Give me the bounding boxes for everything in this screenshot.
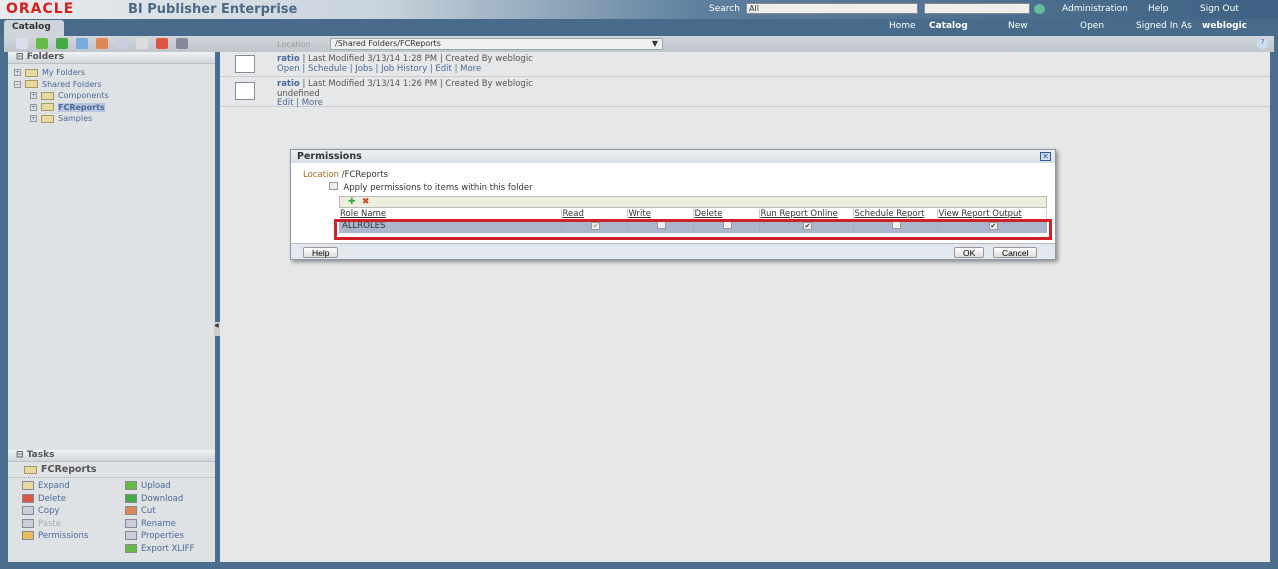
app-title: BI Publisher Enterprise xyxy=(128,2,298,17)
task-permissions[interactable]: Permissions xyxy=(22,530,88,543)
location-label: Location xyxy=(277,40,311,49)
search-scope-value: All xyxy=(749,4,759,13)
apply-permissions-checkbox[interactable]: Apply permissions to items within this f… xyxy=(329,182,533,193)
cut-icon[interactable] xyxy=(96,38,108,49)
folder-components[interactable]: + Components xyxy=(14,90,215,102)
search-go-icon[interactable] xyxy=(1034,4,1045,14)
location-value: /FCReports xyxy=(341,170,388,180)
tasks-header[interactable]: ⊟ Tasks xyxy=(8,450,215,462)
folder-icon xyxy=(41,91,54,100)
item-actions[interactable]: Edit | More xyxy=(277,98,323,108)
signed-in-label: Signed In As xyxy=(1136,21,1192,31)
folder-icon xyxy=(41,114,54,123)
dialog-title: Permissions xyxy=(291,150,1055,163)
data-model-icon xyxy=(235,82,255,100)
apply-label: Apply permissions to items within this f… xyxy=(343,183,533,193)
help-button[interactable]: Help xyxy=(303,247,339,258)
folder-icon xyxy=(25,80,38,88)
copy-icon[interactable] xyxy=(76,38,88,49)
permissions-icon[interactable] xyxy=(176,38,188,49)
item-meta: | Last Modified 3/13/14 1:28 PM | Create… xyxy=(302,54,533,64)
catalog-item: ratio | Last Modified 3/13/14 1:26 PM | … xyxy=(220,77,1270,108)
task-paste[interactable]: Paste xyxy=(22,518,88,531)
search-input[interactable] xyxy=(924,3,1030,14)
folders-title: Folders xyxy=(26,52,65,62)
task-expand[interactable]: Expand xyxy=(22,480,88,493)
new-icon[interactable] xyxy=(16,38,28,49)
ok-button[interactable]: OK xyxy=(954,247,985,258)
folder-label: Samples xyxy=(58,114,93,123)
folder-shared-folders[interactable]: − Shared Folders xyxy=(14,79,215,91)
location-label: Location xyxy=(303,170,339,180)
item-actions[interactable]: Open | Schedule | Jobs | Job History | E… xyxy=(277,64,481,74)
folder-label: My Folders xyxy=(42,68,86,77)
task-delete[interactable]: Delete xyxy=(22,493,88,506)
folder-label: Components xyxy=(58,91,109,100)
tasks-panel: ⊟ Tasks FCReports Expand Delete Copy Pas… xyxy=(8,450,215,554)
col-role-name[interactable]: Role Name xyxy=(339,209,562,219)
tasks-folder: FCReports xyxy=(8,462,215,478)
open-menu[interactable]: Open xyxy=(1080,21,1104,31)
task-cut[interactable]: Cut xyxy=(125,505,194,518)
task-properties[interactable]: Properties xyxy=(125,530,194,543)
cancel-button[interactable]: Cancel xyxy=(993,247,1038,258)
search-label: Search xyxy=(709,4,740,14)
sign-out-link[interactable]: Sign Out xyxy=(1200,4,1239,14)
col-view-report-output[interactable]: View Report Output xyxy=(937,209,1047,219)
user-menu[interactable]: weblogic xyxy=(1202,21,1247,31)
delete-icon[interactable] xyxy=(156,38,168,49)
folder-icon xyxy=(24,465,37,474)
properties-icon[interactable] xyxy=(136,38,148,49)
col-write[interactable]: Write xyxy=(627,209,694,219)
catalog-content: ratio | Last Modified 3/13/14 1:28 PM | … xyxy=(220,52,1270,562)
catalog-link[interactable]: Catalog xyxy=(929,21,968,31)
help-icon[interactable]: ? xyxy=(1257,38,1268,49)
upload-icon[interactable] xyxy=(36,38,48,49)
oracle-logo: ORACLE xyxy=(6,1,75,17)
task-upload[interactable]: Upload xyxy=(125,480,194,493)
catalog-item: ratio | Last Modified 3/13/14 1:28 PM | … xyxy=(220,52,1270,77)
search-scope-select[interactable]: All xyxy=(746,3,918,14)
item-name[interactable]: ratio xyxy=(277,54,300,64)
folder-icon xyxy=(25,68,38,77)
paste-icon[interactable] xyxy=(116,38,128,49)
tab-catalog[interactable]: Catalog xyxy=(4,20,64,36)
add-role-icon[interactable]: ✚ xyxy=(348,197,356,207)
col-read[interactable]: Read xyxy=(561,209,628,219)
folder-my-folders[interactable]: + My Folders xyxy=(14,67,215,79)
help-menu[interactable]: Help xyxy=(1148,4,1169,14)
task-download[interactable]: Download xyxy=(125,493,194,506)
permissions-dialog: Permissions ✕ Location /FCReports Apply … xyxy=(290,149,1056,260)
task-rename[interactable]: Rename xyxy=(125,518,194,531)
new-menu[interactable]: New xyxy=(1008,21,1028,31)
left-panel: ⊟ Folders + My Folders − Shared Folders + C… xyxy=(8,52,215,562)
close-icon[interactable]: ✕ xyxy=(1040,152,1051,161)
home-link[interactable]: Home xyxy=(889,21,916,31)
tasks-title: Tasks xyxy=(26,450,55,460)
folder-label: FCReports xyxy=(58,102,105,112)
folder-icon xyxy=(41,103,54,111)
col-schedule-report[interactable]: Schedule Report xyxy=(853,209,938,219)
delete-role-icon[interactable]: ✖ xyxy=(362,197,370,207)
item-name[interactable]: ratio xyxy=(277,79,300,89)
col-run-report-online[interactable]: Run Report Online xyxy=(759,209,854,219)
item-meta: | Last Modified 3/13/14 1:26 PM | Create… xyxy=(302,79,533,89)
tasks-folder-name: FCReports xyxy=(41,464,97,475)
header-bar: ORACLE BI Publisher Enterprise Search Al… xyxy=(0,0,1278,19)
item-desc: undefined xyxy=(277,88,320,99)
task-export-xliff[interactable]: Export XLIFF xyxy=(125,543,194,556)
task-copy[interactable]: Copy xyxy=(22,505,88,518)
folder-fcreports[interactable]: + FCReports xyxy=(14,102,215,114)
col-delete[interactable]: Delete xyxy=(693,209,760,219)
folder-samples[interactable]: + Samples xyxy=(14,113,215,125)
highlight-box xyxy=(334,219,1052,240)
nav-bar: Home Catalog New Open Signed In As weblo… xyxy=(0,19,1278,36)
folder-label: Shared Folders xyxy=(42,79,102,89)
download-icon[interactable] xyxy=(56,38,68,49)
folders-header[interactable]: ⊟ Folders xyxy=(8,52,215,64)
administration-link[interactable]: Administration xyxy=(1062,4,1128,14)
location-value: /Shared Folders/FCReports xyxy=(335,39,441,48)
location-select[interactable]: /Shared Folders/FCReports ▼ xyxy=(330,38,663,50)
report-icon xyxy=(235,55,255,73)
